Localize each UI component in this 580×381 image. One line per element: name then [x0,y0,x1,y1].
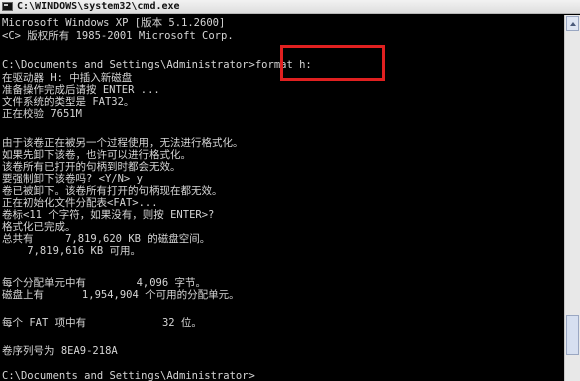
window-title: C:\WINDOWS\system32\cmd.exe [17,1,180,12]
console-line: 在驱动器 H: 中插入新磁盘 [2,72,133,84]
console-line: 正在校验 7651M [2,108,82,120]
cmd-app-icon[interactable] [2,2,13,11]
cmd-window: C:\WINDOWS\system32\cmd.exe Microsoft Wi… [0,0,580,381]
console-line-format-command: C:\Documents and Settings\Administrator>… [2,59,312,71]
vertical-scrollbar[interactable] [564,15,580,381]
console-line: 卷已被卸下。该卷所有打开的句柄现在都无效。 [2,185,223,197]
command-highlight-box [280,45,385,81]
console-line: 如果先卸下该卷，也许可以进行格式化。 [2,149,191,161]
console-line: 正在初始化文件分配表<FAT>... [2,197,158,209]
scroll-up-arrow-icon[interactable] [566,16,579,31]
console-line: Microsoft Windows XP [版本 5.1.2600] [2,17,226,29]
console-line: 该卷所有已打开的句柄到时都会无效。 [2,161,181,173]
console-line: 每个分配单元中有 4,096 字节。 [2,277,207,289]
console-line: 总共有 7,819,620 KB 的磁盘空间。 [2,233,211,245]
console-line: 卷标<11 个字符，如果没有，则按 ENTER>? [2,209,215,221]
console-line: 格式化已完成。 [2,221,76,233]
console-line: <C> 版权所有 1985-2001 Microsoft Corp. [2,30,234,42]
console-line: 卷序列号为 8EA9-218A [2,345,118,357]
scroll-thumb[interactable] [566,315,579,355]
console-line: 每个 FAT 项中有 32 位。 [2,317,202,329]
console-line: 准备操作完成后请按 ENTER ... [2,84,160,96]
console-line: 文件系统的类型是 FAT32。 [2,96,135,108]
console-line: 要强制卸下该卷吗? <Y/N> y [2,173,143,185]
console-line-prompt: C:\Documents and Settings\Administrator>… [2,370,262,381]
console-line: 磁盘上有 1,954,904 个可用的分配单元。 [2,289,240,301]
title-bar[interactable]: C:\WINDOWS\system32\cmd.exe [0,0,580,14]
console-line: 7,819,616 KB 可用。 [2,245,141,257]
console-line: 由于该卷正在被另一个过程使用，无法进行格式化。 [2,137,244,149]
